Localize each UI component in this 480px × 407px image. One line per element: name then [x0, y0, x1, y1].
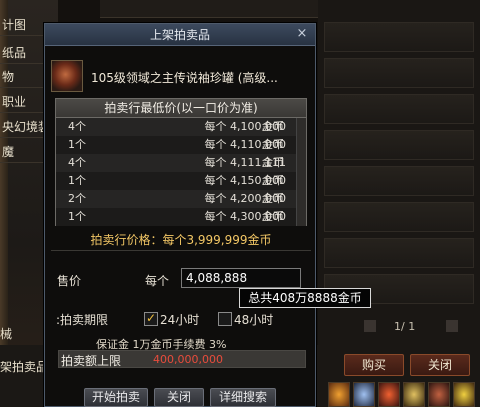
- row-unit: 金币: [262, 138, 284, 151]
- limit-label: 拍卖额上限: [61, 354, 122, 368]
- bg-list-row[interactable]: [324, 130, 474, 160]
- item-jar-icon: [51, 60, 83, 92]
- row-unit: 金币: [262, 174, 284, 187]
- row-qty: 1个: [68, 174, 86, 187]
- page-indicator: 1/ 1: [394, 320, 416, 333]
- row-unit: 金币: [262, 156, 284, 169]
- table-row: 4个 每个 4,100,000 金币: [56, 118, 306, 136]
- bg-side-label: 械: [0, 327, 13, 341]
- table-row: 2个 每个 4,200,000 金币: [56, 190, 306, 208]
- table-row: 4个 每个 4,111,111 金币: [56, 154, 306, 172]
- table-row: 1个 每个 4,150,000 金币: [56, 172, 306, 190]
- close-icon[interactable]: ×: [295, 27, 309, 41]
- skill-icon[interactable]: [328, 382, 350, 407]
- buy-button[interactable]: 购买: [344, 354, 404, 376]
- pager: 1/ 1: [364, 318, 464, 336]
- table-row: 1个 每个 4,300,000 金币: [56, 208, 306, 226]
- market-price: 拍卖行价格：每个3,999,999金币: [90, 233, 272, 247]
- dialog-title: 上架拍卖品: [45, 24, 315, 46]
- row-qty: 2个: [68, 192, 86, 205]
- skill-icon[interactable]: [353, 382, 375, 407]
- table-header: 拍卖行最低价(以一口价为准): [56, 99, 306, 118]
- each-label: 每个: [145, 274, 170, 288]
- skill-icon-bar: [326, 382, 480, 407]
- row-qty: 4个: [68, 120, 86, 133]
- price-input[interactable]: [181, 268, 301, 288]
- row-qty: 1个: [68, 138, 86, 151]
- row-qty: 1个: [68, 210, 86, 223]
- table-scrollbar[interactable]: [296, 118, 306, 226]
- item-row: 105级领域之主传说袖珍罐 (高级...: [51, 60, 309, 94]
- limit-value: 400,000,000: [153, 353, 223, 366]
- item-name: 105级领域之主传说袖珍罐 (高级...: [91, 71, 278, 85]
- close-button[interactable]: 关闭: [154, 388, 204, 407]
- next-page-icon[interactable]: [446, 320, 458, 332]
- period-label: :拍卖期限: [56, 313, 109, 327]
- period-24h-checkbox[interactable]: [144, 311, 158, 326]
- prev-page-icon[interactable]: [364, 320, 376, 332]
- auction-limit-bar: 拍卖额上限 400,000,000: [58, 350, 306, 368]
- skill-icon[interactable]: [428, 382, 450, 407]
- period-48h-checkbox[interactable]: [218, 312, 232, 326]
- row-unit: 金币: [262, 120, 284, 133]
- period-24h-label[interactable]: 24小时: [160, 311, 199, 328]
- bg-list-row[interactable]: [324, 94, 474, 124]
- lowest-price-table: 拍卖行最低价(以一口价为准) 4个 每个 4,100,000 金币 1个 每个 …: [55, 98, 307, 226]
- skill-icon[interactable]: [378, 382, 400, 407]
- bg-list-row[interactable]: [324, 238, 474, 268]
- row-unit: 金币: [262, 210, 284, 223]
- bg-list-row[interactable]: [324, 58, 474, 88]
- skill-icon[interactable]: [403, 382, 425, 407]
- skill-icon[interactable]: [453, 382, 475, 407]
- divider: [51, 250, 311, 251]
- price-label: 售价: [57, 274, 82, 288]
- detail-search-button[interactable]: 详细搜索: [210, 388, 276, 407]
- bg-list-row[interactable]: [324, 202, 474, 232]
- row-unit: 金币: [262, 192, 284, 205]
- period-48h-label[interactable]: 48小时: [234, 311, 273, 328]
- row-qty: 4个: [68, 156, 86, 169]
- table-body: 4个 每个 4,100,000 金币 1个 每个 4,110,000 金币 4个…: [56, 118, 306, 226]
- bg-list-row[interactable]: [324, 166, 474, 196]
- price-total-tooltip: 总共408万8888金币: [239, 288, 371, 308]
- bg-list-row[interactable]: [324, 22, 474, 52]
- bg-close-button[interactable]: 关闭: [410, 354, 470, 376]
- table-row: 1个 每个 4,110,000 金币: [56, 136, 306, 154]
- start-auction-button[interactable]: 开始拍卖: [84, 388, 148, 407]
